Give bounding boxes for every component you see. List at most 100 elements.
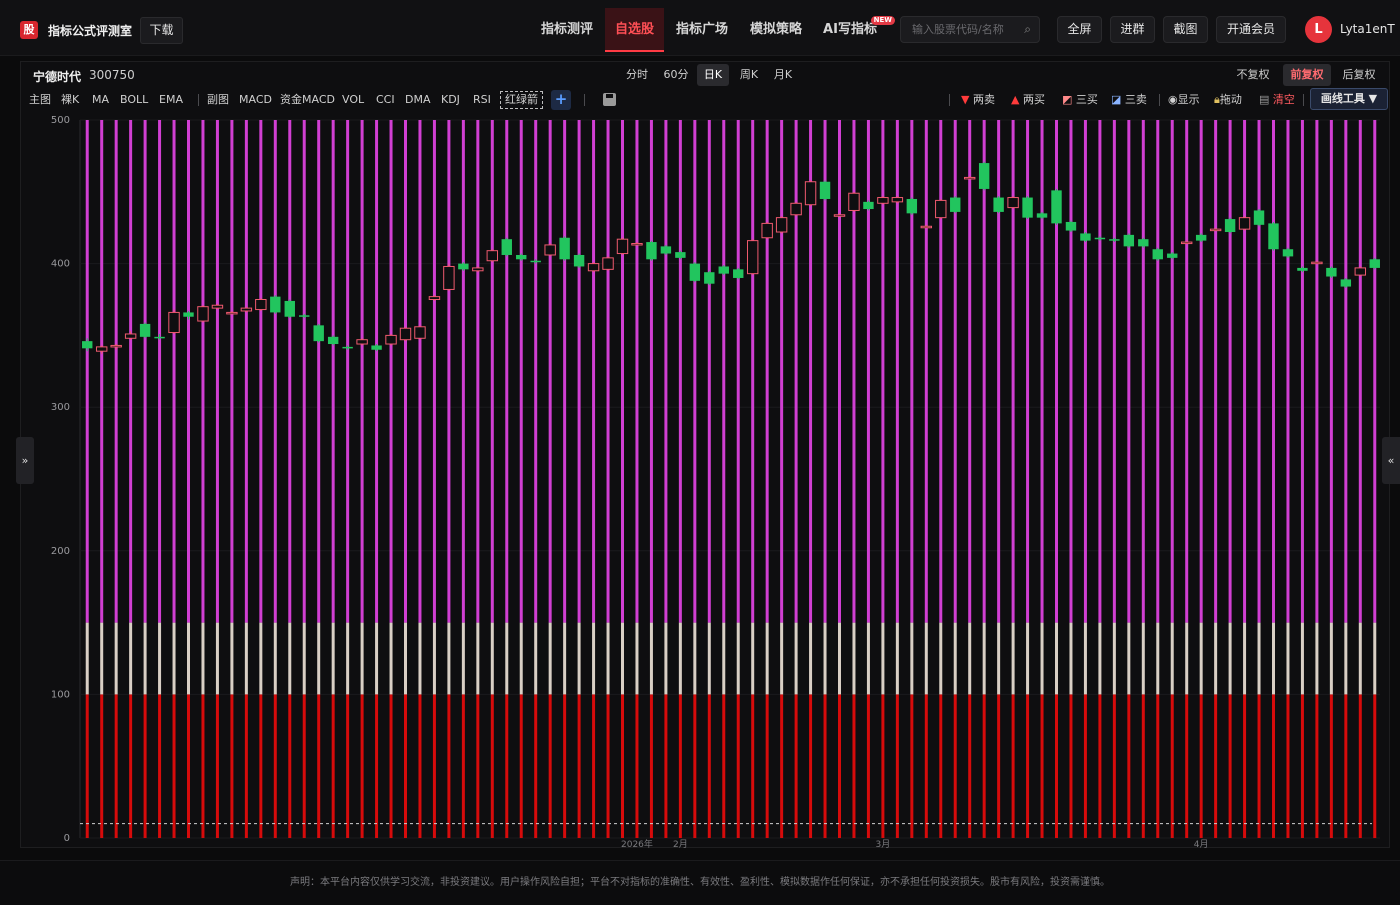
candle-up bbox=[1354, 267, 1367, 276]
indicator-dma[interactable]: DMA bbox=[405, 92, 431, 108]
indicator-red-green-arrow[interactable]: 红绿箭 bbox=[500, 91, 543, 109]
candle-up bbox=[804, 181, 817, 206]
draw-show[interactable]: ◉显示 bbox=[1168, 92, 1200, 108]
period-weekly[interactable]: 周K bbox=[733, 64, 765, 86]
red-bar bbox=[1286, 694, 1290, 838]
magenta-bar bbox=[635, 120, 639, 623]
draw-three-buy[interactable]: ◩ 三买 bbox=[1062, 92, 1098, 108]
red-bar bbox=[563, 694, 567, 838]
red-bar bbox=[765, 694, 769, 838]
indicator-macd[interactable]: MACD bbox=[239, 92, 272, 108]
magenta-bar bbox=[1228, 120, 1232, 623]
avatar[interactable]: L bbox=[1305, 16, 1332, 43]
indicator-ma[interactable]: MA bbox=[92, 92, 109, 108]
period-intraday[interactable]: 分时 bbox=[621, 64, 653, 86]
magenta-bar bbox=[1112, 120, 1116, 623]
magenta-bar bbox=[490, 120, 494, 623]
username[interactable]: Lyta1enT bbox=[1340, 22, 1395, 36]
download-button[interactable]: 下载 bbox=[140, 17, 183, 44]
red-bar bbox=[606, 694, 610, 838]
draw-two-sell[interactable]: ▼ 两卖 bbox=[961, 92, 995, 108]
nav-indicator-review[interactable]: 指标测评 bbox=[532, 8, 602, 52]
beige-bar bbox=[838, 622, 841, 695]
red-bar bbox=[1040, 694, 1044, 838]
indicator-kdj[interactable]: KDJ bbox=[441, 92, 460, 108]
period-daily[interactable]: 日K bbox=[697, 64, 729, 86]
magenta-bar bbox=[939, 120, 943, 623]
fullscreen-button[interactable]: 全屏 bbox=[1057, 16, 1102, 43]
save-icon[interactable] bbox=[603, 93, 616, 106]
period-monthly[interactable]: 月K bbox=[767, 64, 799, 86]
beige-bar bbox=[794, 622, 798, 695]
nav-indicator-square[interactable]: 指标广场 bbox=[667, 8, 737, 52]
stock-search-box[interactable]: ⌕ bbox=[900, 16, 1040, 43]
adjust-backward[interactable]: 后复权 bbox=[1337, 64, 1381, 86]
magenta-bar bbox=[765, 120, 769, 623]
magenta-bar bbox=[577, 120, 581, 623]
beige-bar bbox=[1272, 622, 1275, 695]
red-bar bbox=[924, 694, 928, 838]
indicator-vol[interactable]: VOL bbox=[342, 92, 364, 108]
nav-simulated-strategy[interactable]: 模拟策略 bbox=[741, 8, 811, 52]
candle-down bbox=[1167, 253, 1178, 258]
indicator-ema[interactable]: EMA bbox=[159, 92, 183, 108]
indicator-fund-macd[interactable]: 资金MACD bbox=[280, 92, 335, 108]
candle-down bbox=[342, 346, 353, 349]
join-group-button[interactable]: 进群 bbox=[1110, 16, 1155, 43]
screenshot-button[interactable]: 截图 bbox=[1163, 16, 1208, 43]
top-navbar: 股 指标公式评测室 下载 指标测评 自选股 指标广场 模拟策略 AI写指标 NE… bbox=[0, 0, 1400, 56]
magenta-bar bbox=[997, 120, 1001, 623]
red-bar bbox=[1098, 694, 1102, 838]
indicator-sub-chart[interactable]: 副图 bbox=[207, 92, 229, 108]
beige-bar bbox=[360, 622, 364, 695]
draw-three-sell[interactable]: ◪ 三卖 bbox=[1111, 92, 1147, 108]
indicator-boll[interactable]: BOLL bbox=[120, 92, 148, 108]
nav-watchlist[interactable]: 自选股 bbox=[605, 8, 664, 52]
beige-bar bbox=[1358, 622, 1362, 695]
candle-down bbox=[646, 242, 657, 260]
magenta-bar bbox=[418, 120, 422, 623]
vip-button[interactable]: 开通会员 bbox=[1216, 16, 1286, 43]
red-bar bbox=[823, 694, 827, 838]
indicator-rsi[interactable]: RSI bbox=[473, 92, 491, 108]
beige-bar bbox=[187, 622, 190, 695]
beige-bar bbox=[664, 622, 668, 695]
beige-bar bbox=[1040, 622, 1044, 695]
indicator-bare-k[interactable]: 裸K bbox=[61, 92, 79, 108]
draw-tools-menu[interactable]: 画线工具 ▼ bbox=[1310, 88, 1388, 110]
candle-up bbox=[963, 176, 976, 180]
nav-ai-label: AI写指标 bbox=[823, 22, 877, 37]
candle-down bbox=[978, 163, 990, 189]
candle-up bbox=[255, 299, 267, 311]
add-indicator-button[interactable]: + bbox=[551, 90, 571, 110]
magenta-bar bbox=[1257, 120, 1261, 623]
magenta-bar bbox=[230, 120, 234, 623]
draw-two-buy[interactable]: ▲ 两买 bbox=[1011, 92, 1045, 108]
indicator-main-chart[interactable]: 主图 bbox=[29, 92, 51, 108]
draw-clear[interactable]: ▤ 清空 bbox=[1259, 92, 1295, 108]
y-tick-label: 100 bbox=[51, 689, 70, 700]
adjust-none[interactable]: 不复权 bbox=[1231, 64, 1275, 86]
magenta-bar bbox=[751, 120, 755, 623]
kline-chart[interactable]: 0 100 200 300 400 500 2026年 2月 3月 4月 bbox=[20, 108, 1380, 853]
disclaimer: 声明：本平台内容仅供学习交流，非投资建议。用户操作风险自担；平台不对指标的准确性… bbox=[0, 860, 1400, 900]
magenta-bar bbox=[1214, 120, 1218, 623]
candle-up bbox=[414, 326, 426, 339]
magenta-bar bbox=[1026, 120, 1030, 623]
expand-left-panel-button[interactable]: » bbox=[16, 437, 34, 484]
candle-down bbox=[1195, 234, 1207, 241]
draw-drag[interactable]: 🔒︎拖动 bbox=[1214, 92, 1242, 108]
magenta-bar bbox=[1373, 120, 1377, 623]
red-bar bbox=[664, 694, 668, 838]
expand-right-panel-button[interactable]: « bbox=[1382, 437, 1400, 484]
adjust-forward[interactable]: 前复权 bbox=[1283, 64, 1331, 86]
search-icon[interactable]: ⌕ bbox=[1024, 22, 1031, 37]
beige-bar bbox=[519, 622, 523, 695]
nav-ai-write-indicator[interactable]: AI写指标 NEW bbox=[815, 8, 895, 52]
indicator-cci[interactable]: CCI bbox=[376, 92, 395, 108]
candle-down bbox=[270, 296, 281, 313]
toolbar-divider bbox=[1303, 94, 1304, 106]
stock-search-input[interactable] bbox=[901, 17, 1019, 42]
period-60min[interactable]: 60分 bbox=[660, 64, 692, 86]
beige-bar bbox=[866, 622, 870, 695]
